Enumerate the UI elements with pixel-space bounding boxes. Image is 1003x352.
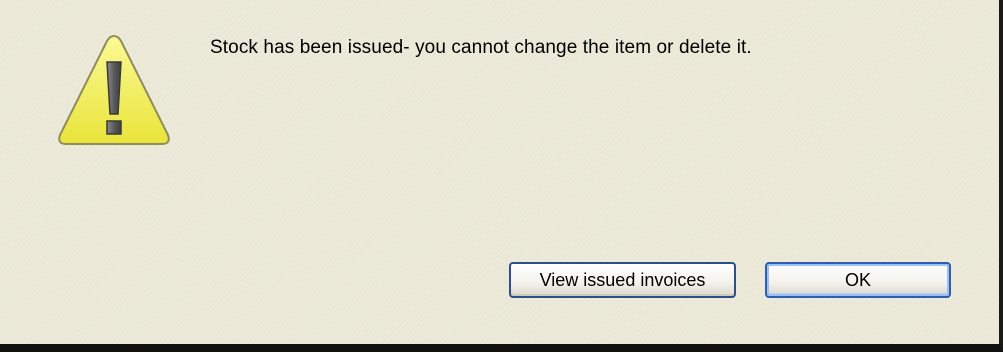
warning-dialog: Stock has been issued- you cannot change… xyxy=(0,0,1003,352)
dialog-message: Stock has been issued- you cannot change… xyxy=(210,37,752,58)
view-issued-invoices-button[interactable]: View issued invoices xyxy=(509,262,736,298)
warning-icon xyxy=(55,30,173,150)
ok-button[interactable]: OK xyxy=(765,262,951,298)
